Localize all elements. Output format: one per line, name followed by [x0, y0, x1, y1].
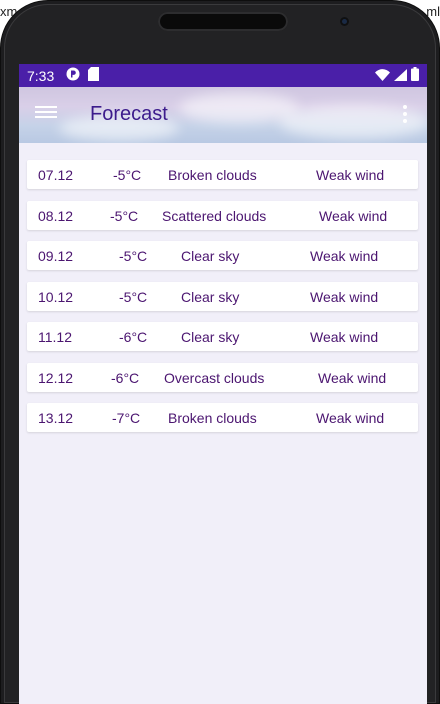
signal-icon	[394, 68, 407, 84]
forecast-wind: Weak wind	[319, 207, 388, 224]
forecast-wind: Weak wind	[310, 288, 379, 305]
forecast-temp: -6°C	[119, 329, 148, 345]
forecast-row[interactable]: 07.12 -5°C Broken clouds Weak wind	[27, 160, 418, 189]
forecast-date: 11.12	[38, 329, 72, 345]
page-title: Forecast	[90, 103, 168, 125]
forecast-temp: -5°C	[110, 207, 139, 224]
forecast-row[interactable]: 09.12 -5°C Clear sky Weak wind	[27, 241, 418, 270]
forecast-row[interactable]: 12.12 -6°C Overcast clouds Weak wind	[27, 362, 418, 392]
status-bar: 7:33	[19, 64, 427, 87]
forecast-date: 08.12	[38, 207, 74, 224]
status-right-icons	[375, 67, 419, 84]
wifi-icon	[375, 68, 390, 84]
forecast-description: Overcast clouds	[164, 369, 265, 386]
forecast-temp: -5°C	[113, 167, 142, 183]
more-vert-icon[interactable]	[403, 105, 409, 125]
forecast-date: 12.12	[38, 369, 74, 386]
forecast-description: Broken clouds	[168, 167, 257, 183]
forecast-description: Broken clouds	[168, 410, 257, 426]
status-time: 7:33	[27, 67, 55, 84]
app-bar: Forecast	[19, 87, 427, 143]
forecast-wind: Weak wind	[318, 369, 387, 386]
forecast-list: 07.12 -5°C Broken clouds Weak wind 08.12…	[27, 160, 418, 444]
forecast-date: 09.12	[38, 248, 74, 264]
forecast-wind: Weak wind	[316, 410, 385, 426]
forecast-row[interactable]: 10.12 -5°C Clear sky Weak wind	[27, 281, 418, 311]
forecast-row[interactable]: 08.12 -5°C Scattered clouds Weak wind	[27, 200, 418, 230]
forecast-row[interactable]: 11.12 -6°C Clear sky Weak wind	[27, 322, 418, 351]
sd-card-icon	[88, 67, 100, 84]
forecast-description: Clear sky	[181, 329, 240, 345]
forecast-wind: Weak wind	[316, 167, 385, 183]
forecast-description: Clear sky	[181, 288, 240, 305]
forecast-temp: -7°C	[112, 410, 141, 426]
device-screen: 7:33 Forecast 07.12 -5°C Broken clouds W…	[19, 64, 427, 704]
speaker-grille	[158, 12, 288, 31]
forecast-description: Scattered clouds	[162, 207, 267, 224]
forecast-wind: Weak wind	[310, 329, 379, 345]
forecast-temp: -5°C	[119, 288, 148, 305]
forecast-wind: Weak wind	[310, 248, 379, 264]
forecast-temp: -6°C	[111, 369, 140, 386]
phone-frame: 7:33 Forecast 07.12 -5°C Broken clouds W…	[0, 0, 440, 704]
forecast-description: Clear sky	[181, 248, 240, 264]
forecast-date: 07.12	[38, 167, 74, 183]
forecast-date: 13.12	[38, 410, 74, 426]
p-icon	[66, 67, 80, 84]
battery-icon	[411, 67, 419, 84]
forecast-date: 10.12	[38, 288, 74, 305]
forecast-temp: -5°C	[119, 248, 148, 264]
front-camera	[340, 17, 349, 26]
hamburger-icon[interactable]	[35, 103, 57, 123]
forecast-row[interactable]: 13.12 -7°C Broken clouds Weak wind	[27, 403, 418, 432]
